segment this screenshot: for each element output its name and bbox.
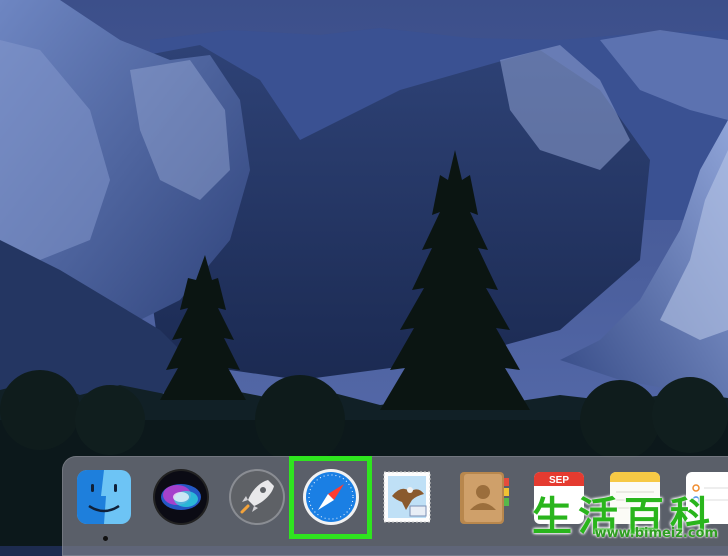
dock-item-contacts[interactable] <box>452 466 514 528</box>
stamp-eagle-icon <box>383 471 431 523</box>
dock-item-launchpad[interactable] <box>226 466 288 528</box>
watermark-url: www.bimeiz.com <box>594 526 718 541</box>
dock-item-siri[interactable] <box>150 466 212 528</box>
dock-item-mail[interactable] <box>376 466 438 528</box>
safari-highlight-box <box>289 456 372 539</box>
siri-icon <box>153 469 209 525</box>
contacts-book-icon <box>460 472 509 524</box>
dock-item-finder[interactable] <box>73 466 135 528</box>
rocket-icon <box>229 469 285 525</box>
finder-running-indicator <box>103 536 108 541</box>
finder-icon <box>77 470 131 524</box>
watermark: 生活百科 www.bimeiz.com <box>532 480 722 542</box>
